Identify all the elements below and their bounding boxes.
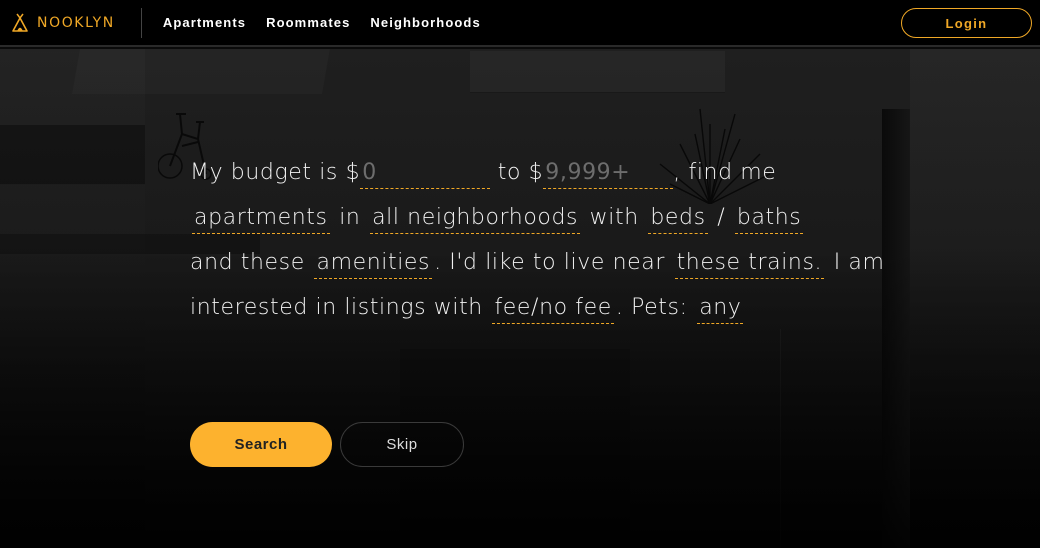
nav-link-neighborhoods[interactable]: Neighborhoods bbox=[370, 15, 480, 30]
sentence-text: . I'd like to live near bbox=[434, 250, 665, 275]
min-price-input[interactable] bbox=[360, 157, 491, 189]
search-sentence-form: My budget is $ to $, find me apartments … bbox=[190, 150, 890, 330]
beds-selector[interactable]: beds bbox=[648, 203, 708, 234]
listing-type-selector[interactable]: apartments bbox=[192, 203, 330, 234]
teepee-icon bbox=[12, 13, 28, 32]
neighborhoods-selector[interactable]: all neighborhoods bbox=[370, 203, 581, 234]
sentence-text: / bbox=[717, 205, 726, 230]
search-button[interactable]: Search bbox=[190, 422, 332, 467]
brand-logo[interactable]: NOOKLYN bbox=[11, 0, 115, 45]
max-price-input[interactable] bbox=[543, 157, 674, 189]
sentence-text: . Pets: bbox=[615, 295, 688, 320]
nav-link-apartments[interactable]: Apartments bbox=[163, 15, 246, 30]
main-nav: Apartments Roommates Neighborhoods bbox=[163, 15, 501, 30]
sentence-text: , find me bbox=[673, 160, 777, 185]
sentence-text: to $ bbox=[497, 160, 544, 185]
pets-selector[interactable]: any bbox=[697, 293, 744, 324]
nav-link-roommates[interactable]: Roommates bbox=[266, 15, 350, 30]
amenities-selector[interactable]: amenities bbox=[314, 248, 433, 279]
brand-name: NOOKLYN bbox=[37, 14, 115, 31]
skip-button[interactable]: Skip bbox=[340, 422, 464, 467]
login-button[interactable]: Login bbox=[901, 8, 1032, 38]
sentence-text: in bbox=[339, 205, 361, 230]
fee-selector[interactable]: fee/no fee bbox=[492, 293, 614, 324]
top-navbar: NOOKLYN Apartments Roommates Neighborhoo… bbox=[0, 0, 1040, 47]
sentence-text: My budget is $ bbox=[190, 160, 361, 185]
baths-selector[interactable]: baths bbox=[734, 203, 804, 234]
sentence-text: with bbox=[589, 205, 639, 230]
trains-selector[interactable]: these trains. bbox=[674, 248, 825, 279]
sentence-text: and these bbox=[190, 250, 305, 275]
nav-divider bbox=[140, 7, 142, 38]
